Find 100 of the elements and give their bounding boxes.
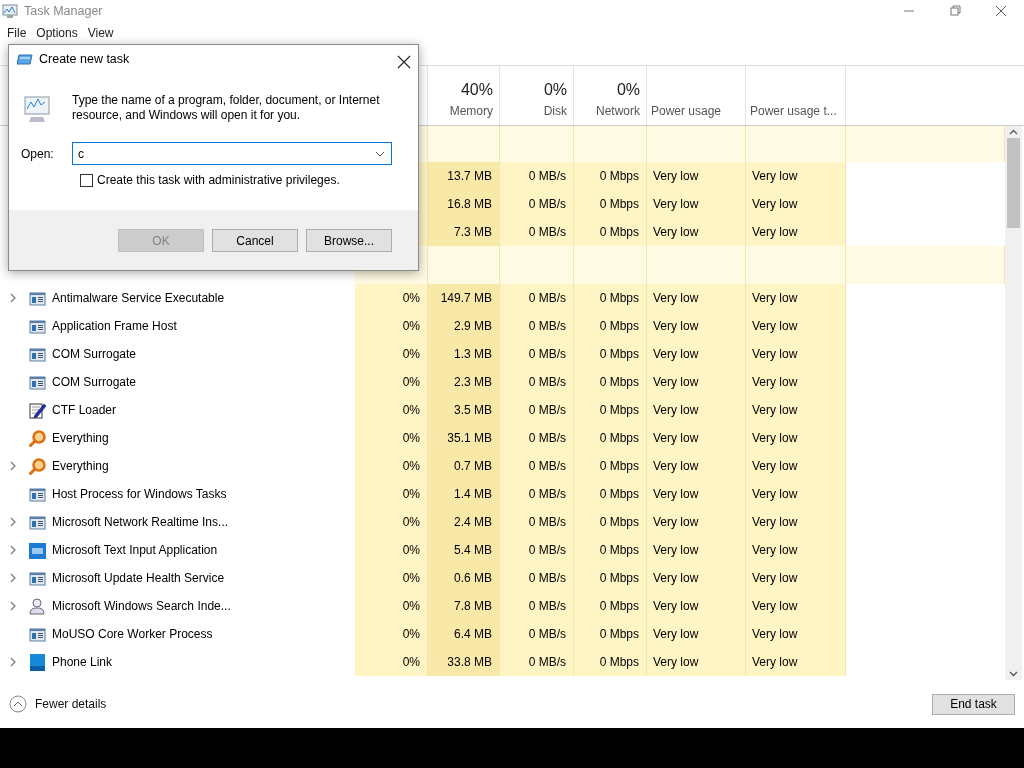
table-cell: 149.7 MB <box>428 284 500 312</box>
magnifier-icon <box>29 457 46 475</box>
process-name[interactable]: Application Frame Host <box>52 317 177 335</box>
table-cell: Very low <box>647 620 746 648</box>
table-cell: 3.5 MB <box>428 396 500 424</box>
end-task-button[interactable]: End task <box>932 693 1015 715</box>
column-header[interactable]: Memory <box>449 102 493 120</box>
column-header[interactable]: Power usage t... <box>750 102 837 120</box>
process-name[interactable]: COM Surrogate <box>52 345 137 363</box>
table-cell: 0 MB/s <box>500 396 574 424</box>
table-cell: Very low <box>746 368 846 396</box>
table-cell: Very low <box>647 396 746 424</box>
table-cell: Very low <box>746 312 846 340</box>
expand-chevron-icon[interactable] <box>8 461 18 471</box>
menu-item[interactable]: Options <box>31 24 83 42</box>
open-combo-field[interactable]: c <box>72 142 392 165</box>
table-cell: 0 Mbps <box>574 396 647 424</box>
table-cell: Very low <box>647 190 746 218</box>
table-cell: Very low <box>746 162 846 190</box>
menu-item[interactable]: View <box>82 24 119 42</box>
table-cell: Very low <box>647 648 746 676</box>
close-icon <box>397 54 411 69</box>
dropdown-caret-icon[interactable] <box>375 151 385 157</box>
table-cell: Very low <box>746 340 846 368</box>
scrollbar-thumb[interactable] <box>1007 138 1020 228</box>
table-cell: Very low <box>647 536 746 564</box>
fewer-details-link[interactable]: Fewer details <box>35 695 107 713</box>
column-header[interactable]: Disk <box>543 102 567 120</box>
table-cell: 13.7 MB <box>428 162 500 190</box>
table-cell: 0 MB/s <box>500 452 574 480</box>
table-cell: 0 MB/s <box>500 480 574 508</box>
dialog-button[interactable]: Cancel <box>212 229 298 252</box>
table-cell: 2.9 MB <box>428 312 500 340</box>
table-cell: Very low <box>746 218 846 246</box>
table-cell: 2.4 MB <box>428 508 500 536</box>
table-cell: Very low <box>746 284 846 312</box>
process-name[interactable]: Microsoft Text Input Application <box>52 541 218 559</box>
table-cell: 0 MB/s <box>500 312 574 340</box>
expand-chevron-icon[interactable] <box>8 573 18 583</box>
table-cell: 0 Mbps <box>574 162 647 190</box>
table-cell: 0 MB/s <box>500 284 574 312</box>
menu-item[interactable]: File <box>2 24 32 42</box>
table-cell: 2.3 MB <box>428 368 500 396</box>
process-name[interactable]: Everything <box>52 457 109 475</box>
table-cell: Very low <box>746 424 846 452</box>
table-cell: 0 MB/s <box>500 536 574 564</box>
app-tile-icon <box>29 653 46 671</box>
table-cell: Very low <box>647 592 746 620</box>
table-cell <box>428 126 500 162</box>
table-cell: Very low <box>647 284 746 312</box>
table-cell: 0 MB/s <box>500 620 574 648</box>
table-cell: 0% <box>355 592 428 620</box>
table-cell: Very low <box>746 536 846 564</box>
table-cell: 0.7 MB <box>428 452 500 480</box>
table-cell: Very low <box>647 564 746 592</box>
process-name[interactable]: Microsoft Network Realtime Ins... <box>52 513 229 531</box>
process-name[interactable]: MoUSO Core Worker Process <box>52 625 213 643</box>
checkbox[interactable] <box>80 173 93 187</box>
table-cell: Very low <box>746 564 846 592</box>
table-cell: 0 Mbps <box>574 368 647 396</box>
process-name[interactable]: Everything <box>52 429 109 447</box>
table-cell: 1.4 MB <box>428 480 500 508</box>
process-name[interactable]: Host Process for Windows Tasks <box>52 485 227 503</box>
process-name[interactable]: Microsoft Update Health Service <box>52 569 225 587</box>
expand-chevron-icon[interactable] <box>8 293 18 303</box>
table-cell: 0% <box>355 536 428 564</box>
table-cell: 0% <box>355 620 428 648</box>
column-header[interactable]: Power usage <box>651 102 722 120</box>
table-cell: 0 MB/s <box>500 218 574 246</box>
table-cell: Very low <box>746 452 846 480</box>
process-name[interactable]: CTF Loader <box>52 401 117 419</box>
process-name[interactable]: COM Surrogate <box>52 373 137 391</box>
collapse-icon[interactable] <box>9 695 27 713</box>
table-cell: Very low <box>647 368 746 396</box>
table-cell: Very low <box>746 190 846 218</box>
column-percent: 0% <box>543 80 567 100</box>
expand-chevron-icon[interactable] <box>8 657 18 667</box>
table-cell: 0% <box>355 452 428 480</box>
process-name[interactable]: Antimalware Service Executable <box>52 289 225 307</box>
window-icon <box>29 289 46 307</box>
expand-chevron-icon[interactable] <box>8 601 18 611</box>
table-cell: 0 Mbps <box>574 536 647 564</box>
table-cell: 0 MB/s <box>500 162 574 190</box>
monitor-icon <box>21 93 53 125</box>
process-name[interactable]: Microsoft Windows Search Inde... <box>52 597 231 615</box>
window-icon <box>29 373 46 391</box>
table-cell: 0 Mbps <box>574 284 647 312</box>
table-cell: 0 Mbps <box>574 620 647 648</box>
scrollbar[interactable] <box>1005 126 1022 680</box>
keyboard-app-icon <box>29 541 46 559</box>
table-cell: 0 MB/s <box>500 648 574 676</box>
expand-chevron-icon[interactable] <box>8 517 18 527</box>
table-cell: 5.4 MB <box>428 536 500 564</box>
process-name[interactable]: Phone Link <box>52 653 113 671</box>
expand-chevron-icon[interactable] <box>8 545 18 555</box>
checkbox-label[interactable]: Create this task with administrative privileges. <box>97 171 340 189</box>
window-icon <box>29 317 46 335</box>
column-percent: 40% <box>460 80 493 100</box>
dialog-button[interactable]: Browse... <box>306 229 392 252</box>
column-header[interactable]: Network <box>596 102 640 120</box>
